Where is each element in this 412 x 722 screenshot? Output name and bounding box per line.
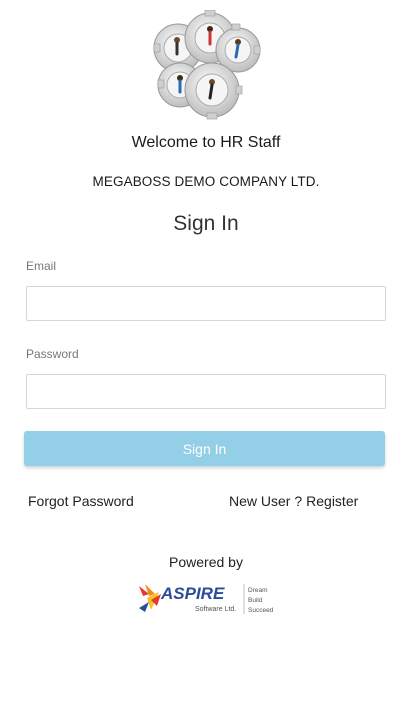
app-logo — [150, 9, 265, 122]
aspire-brand-text: ASPIRE — [160, 584, 225, 603]
sign-in-heading: Sign In — [173, 212, 239, 235]
aspire-logo: ASPIRE Software Ltd. Dream Build Succeed — [137, 580, 277, 618]
password-field[interactable] — [26, 374, 386, 409]
welcome-title: Welcome to HR Staff — [131, 134, 281, 151]
register-link[interactable]: Register — [306, 493, 358, 509]
email-label: Email — [26, 259, 57, 273]
new-user-label: New User ? — [229, 493, 303, 509]
gears-with-people-icon — [153, 9, 261, 120]
tagline-dream: Dream — [248, 587, 268, 594]
sign-in-button[interactable]: Sign In — [24, 431, 385, 466]
tagline-build: Build — [248, 597, 263, 604]
email-field[interactable] — [26, 286, 386, 321]
new-user-link[interactable]: New User ? Register — [229, 493, 358, 509]
powered-by-label: Powered by — [169, 554, 243, 570]
forgot-password-link[interactable]: Forgot Password — [28, 493, 134, 509]
password-label: Password — [26, 347, 79, 361]
company-name: MEGABOSS DEMO COMPANY LTD. — [92, 174, 320, 189]
aspire-bird-icon — [139, 584, 161, 612]
tagline-succeed: Succeed — [248, 607, 274, 614]
aspire-sub-text: Software Ltd. — [195, 606, 236, 613]
